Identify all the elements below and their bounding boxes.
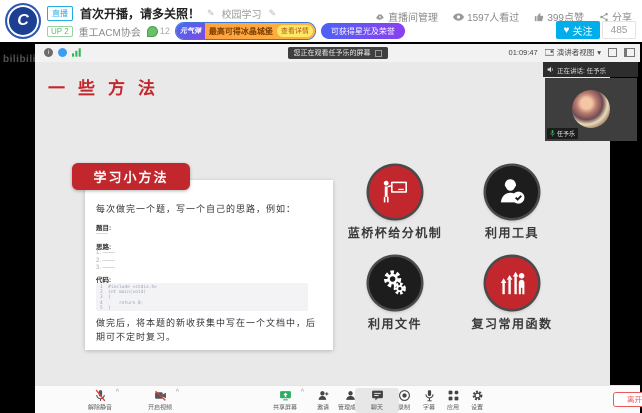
manage-room[interactable]: 直播间管理 (375, 9, 438, 24)
stream-title: 首次开播，请多关照！ (80, 5, 200, 22)
participant-avatar (572, 90, 610, 128)
sidebar-toggle-icon[interactable] (624, 48, 635, 57)
leave-meeting-button[interactable]: 离开会议 (613, 392, 642, 407)
watching-screen-pill[interactable]: 您正在观看任予乐的屏幕 (288, 47, 388, 59)
caret-up-icon[interactable]: ^ (116, 389, 119, 396)
live-header: C 直播 首次开播，请多关照！ ✎ 校园学习 ✎ 直播间管理 1597人看过 3… (0, 0, 642, 42)
share-icon (599, 12, 609, 22)
stream-category[interactable]: 校园学习 (222, 6, 262, 21)
slide-tag: 学习小方法 (72, 163, 190, 190)
reward-pill[interactable]: 可获得星光及荣誉 (321, 23, 405, 39)
caret-up-icon[interactable]: ^ (176, 389, 179, 396)
viewer-count: 1597人看过 (453, 9, 519, 24)
speaker-icon (547, 66, 554, 73)
heart-icon: ♥ (564, 25, 570, 36)
slide-item-circle (369, 257, 421, 309)
eye-icon (453, 13, 464, 21)
streamer-logo[interactable]: C (5, 3, 41, 39)
thumbs-up-icon (534, 12, 544, 22)
toolbar-item-start-video[interactable]: ^ 开启视频 (138, 389, 182, 413)
live-video-player[interactable]: bilibili i 您正在观看任予乐的屏幕 01:09:47 演讲者视图 ▾ (0, 42, 642, 413)
participant-name-chip: 任予乐 (547, 128, 578, 139)
event-banner[interactable]: 元气弹 最高可得冰晶城堡 查看详情 (176, 23, 315, 39)
event-brand: 元气弹 (176, 23, 205, 39)
chevron-down-icon: ▾ (597, 48, 601, 57)
security-icon[interactable] (58, 48, 67, 57)
fan-medal: 12 (147, 26, 170, 37)
slide-item-circle (486, 166, 538, 218)
bilibili-live-page: C 直播 首次开播，请多关照！ ✎ 校园学习 ✎ 直播间管理 1597人看过 3… (0, 0, 642, 413)
fullscreen-icon[interactable] (608, 48, 617, 57)
info-icon[interactable]: i (44, 48, 53, 57)
meeting-status-icons: i (44, 48, 82, 57)
view-mode-selector[interactable]: 演讲者视图 ▾ (545, 47, 601, 58)
slide-item-circle (486, 257, 538, 309)
slide-title: 一些方法 (48, 74, 168, 99)
edit-category-icon[interactable]: ✎ (269, 8, 277, 19)
shared-screen-slide: 一些方法 学习小方法 每次做完一个题，写一个自己的思路，例如： 题目: —— 思… (35, 62, 610, 385)
header-title-row: 直播 首次开播，请多关照！ ✎ 校园学习 ✎ (47, 5, 276, 22)
person-check-icon (496, 176, 528, 208)
up-badge: UP 2 (47, 26, 73, 37)
blackboard-icon (379, 176, 411, 208)
meeting-toolbar: ^ 解除静音 ^ 开启视频 ^ 共享屏幕 邀请 管理成员 (35, 385, 640, 413)
method-card: 每次做完一个题，写一个自己的思路，例如： 题目: —— 思路: 1. —— 2.… (85, 180, 333, 350)
meeting-topbar-right: 01:09:47 演讲者视图 ▾ (509, 47, 635, 58)
chart-growth-icon (496, 267, 528, 299)
toolbar-item-unmute[interactable]: ^ 解除静音 (78, 389, 122, 413)
gear-icon (375, 12, 385, 22)
bilibili-watermark: bilibili (3, 54, 36, 65)
layout-icon (545, 49, 554, 57)
mic-active-icon (550, 130, 555, 137)
meeting-topbar: i 您正在观看任予乐的屏幕 01:09:47 演讲者视图 ▾ (35, 44, 640, 62)
toolbar-item-settings[interactable]: 设置 (455, 389, 499, 413)
follow-button[interactable]: ♥ 关注 (556, 21, 600, 39)
live-badge: 直播 (47, 6, 73, 21)
participant-video-tile[interactable]: 任予乐 (545, 78, 637, 141)
pill-detail-icon (375, 50, 382, 57)
mic-off-icon (94, 389, 107, 402)
follow-area: ♥ 关注 485 (556, 21, 636, 39)
settings-gear-icon (471, 389, 484, 402)
slide-item-circle (369, 166, 421, 218)
medal-icon (147, 26, 158, 37)
camera-off-icon (154, 389, 167, 402)
gears-icon (379, 267, 411, 299)
share-screen-icon (279, 389, 292, 402)
meeting-timer: 01:09:47 (509, 48, 538, 57)
speaking-banner: 正在讲话: 任予乐 (543, 62, 638, 77)
network-signal-icon[interactable] (72, 48, 82, 57)
follow-count: 485 (602, 21, 636, 39)
event-cta[interactable]: 查看详情 (277, 25, 313, 37)
up-name[interactable]: 重工ACM协会 (79, 24, 141, 39)
code-snippet: 1 #include <stdio.h> 2 int main(void) 3 … (96, 283, 308, 311)
header-up-row: UP 2 重工ACM协会 12 元气弹 最高可得冰晶城堡 查看详情 可获得星光及… (47, 23, 405, 39)
edit-title-icon[interactable]: ✎ (207, 8, 215, 19)
